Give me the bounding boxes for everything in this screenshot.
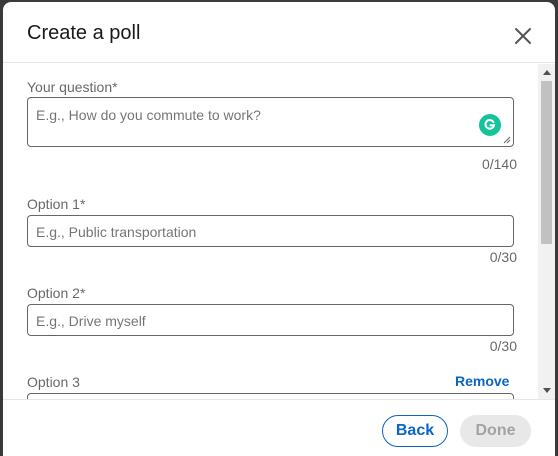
option-2-input[interactable]: E.g., Drive myself xyxy=(27,304,514,336)
dialog-title: Create a poll xyxy=(27,22,141,44)
scroll-up-button[interactable] xyxy=(538,64,555,81)
option-1-counter: 0/30 xyxy=(489,249,517,265)
question-input[interactable]: E.g., How do you commute to work? xyxy=(27,97,514,147)
back-button[interactable]: Back xyxy=(382,415,448,447)
question-label: Your question* xyxy=(27,79,118,95)
resize-grip-icon[interactable] xyxy=(503,136,511,144)
close-icon xyxy=(515,28,531,44)
dialog-header: Create a poll xyxy=(3,2,555,63)
option-2-placeholder: E.g., Drive myself xyxy=(36,313,146,329)
option-1-label: Option 1* xyxy=(27,196,86,212)
triangle-up-icon xyxy=(542,70,551,75)
option-1-placeholder: E.g., Public transportation xyxy=(36,224,197,240)
create-poll-dialog: Create a poll Your question* E.g., How d… xyxy=(3,2,555,456)
question-counter: 0/140 xyxy=(481,156,517,172)
dialog-footer: Back Done xyxy=(3,399,555,456)
option-2-label: Option 2* xyxy=(27,285,86,301)
option-3-label: Option 3 xyxy=(27,374,80,390)
poll-form[interactable]: Your question* E.g., How do you commute … xyxy=(3,64,555,399)
remove-option-3-link[interactable]: Remove xyxy=(455,373,509,389)
scrollbar-thumb[interactable] xyxy=(541,81,552,244)
question-placeholder: E.g., How do you commute to work? xyxy=(36,107,261,123)
done-button[interactable]: Done xyxy=(460,415,531,447)
triangle-down-icon xyxy=(542,388,551,393)
grammarly-icon[interactable] xyxy=(479,114,501,136)
option-1-input[interactable]: E.g., Public transportation xyxy=(27,215,514,247)
form-scrollbar[interactable] xyxy=(538,64,555,399)
close-button[interactable] xyxy=(507,20,539,52)
scroll-down-button[interactable] xyxy=(538,382,555,399)
option-2-counter: 0/30 xyxy=(489,338,517,354)
